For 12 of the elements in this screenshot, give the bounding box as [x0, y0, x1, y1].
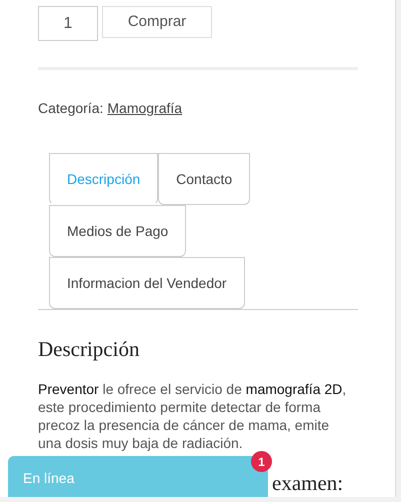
buy-button[interactable]: Comprar [102, 6, 212, 38]
quantity-field[interactable]: 1 [38, 6, 98, 41]
category-label: Categoría: [38, 99, 104, 118]
notification-badge: 1 [251, 451, 272, 472]
chat-status: En línea [23, 469, 74, 488]
category-link[interactable]: Mamografía [107, 98, 182, 119]
tab[interactable]: Medios de Pago [49, 205, 186, 257]
section-heading: Descripción [38, 336, 140, 363]
section-heading: examen: [272, 473, 344, 494]
tab[interactable]: Contacto [158, 153, 250, 205]
description-text: Preventor le ofrece el servicio de mamografía 2D, este procedimiento permite detectar de forma precoz la presencia de cáncer de mama, emite una dosis muy baja de radiación. [38, 380, 348, 452]
tab[interactable]: Informacion del Vendedor [49, 257, 245, 309]
